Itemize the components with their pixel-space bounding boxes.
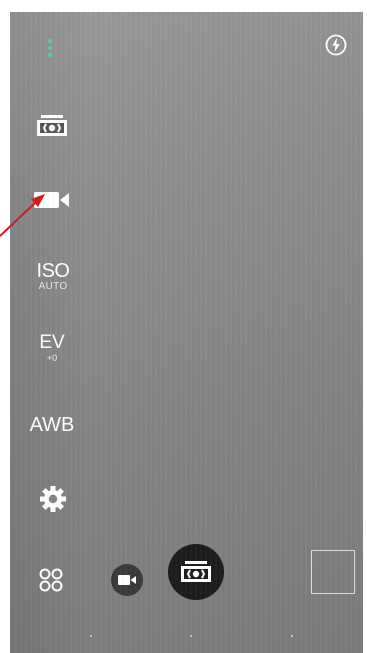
ev-value: +0 (46, 353, 58, 363)
nav-dot (291, 635, 293, 637)
nav-dot (90, 635, 92, 637)
record-video-button[interactable] (111, 564, 143, 596)
videocam-icon (118, 575, 136, 585)
flash-auto-icon[interactable] (323, 32, 349, 58)
gear-icon[interactable] (36, 482, 70, 516)
menu-dot (48, 46, 52, 50)
camera-icon (181, 561, 211, 582)
modes-icon[interactable] (36, 565, 66, 595)
camera-viewfinder[interactable]: ISO AUTO EV +0 AWB (10, 12, 363, 653)
gallery-thumbnail[interactable] (311, 550, 355, 594)
camera-mode-icon[interactable] (34, 112, 70, 140)
menu-dot (48, 39, 52, 43)
ev-label: EV (39, 332, 65, 353)
iso-label: ISO (36, 259, 70, 282)
shutter-button[interactable] (168, 544, 224, 600)
iso-value: AUTO (38, 280, 68, 292)
iso-control[interactable]: ISO AUTO (30, 256, 76, 296)
awb-button[interactable]: AWB (24, 412, 80, 438)
video-mode-icon[interactable] (32, 186, 72, 214)
menu-dot (48, 53, 52, 57)
ev-control[interactable]: EV +0 (36, 328, 68, 368)
more-options-icon[interactable] (43, 34, 57, 62)
nav-dot (190, 635, 192, 637)
